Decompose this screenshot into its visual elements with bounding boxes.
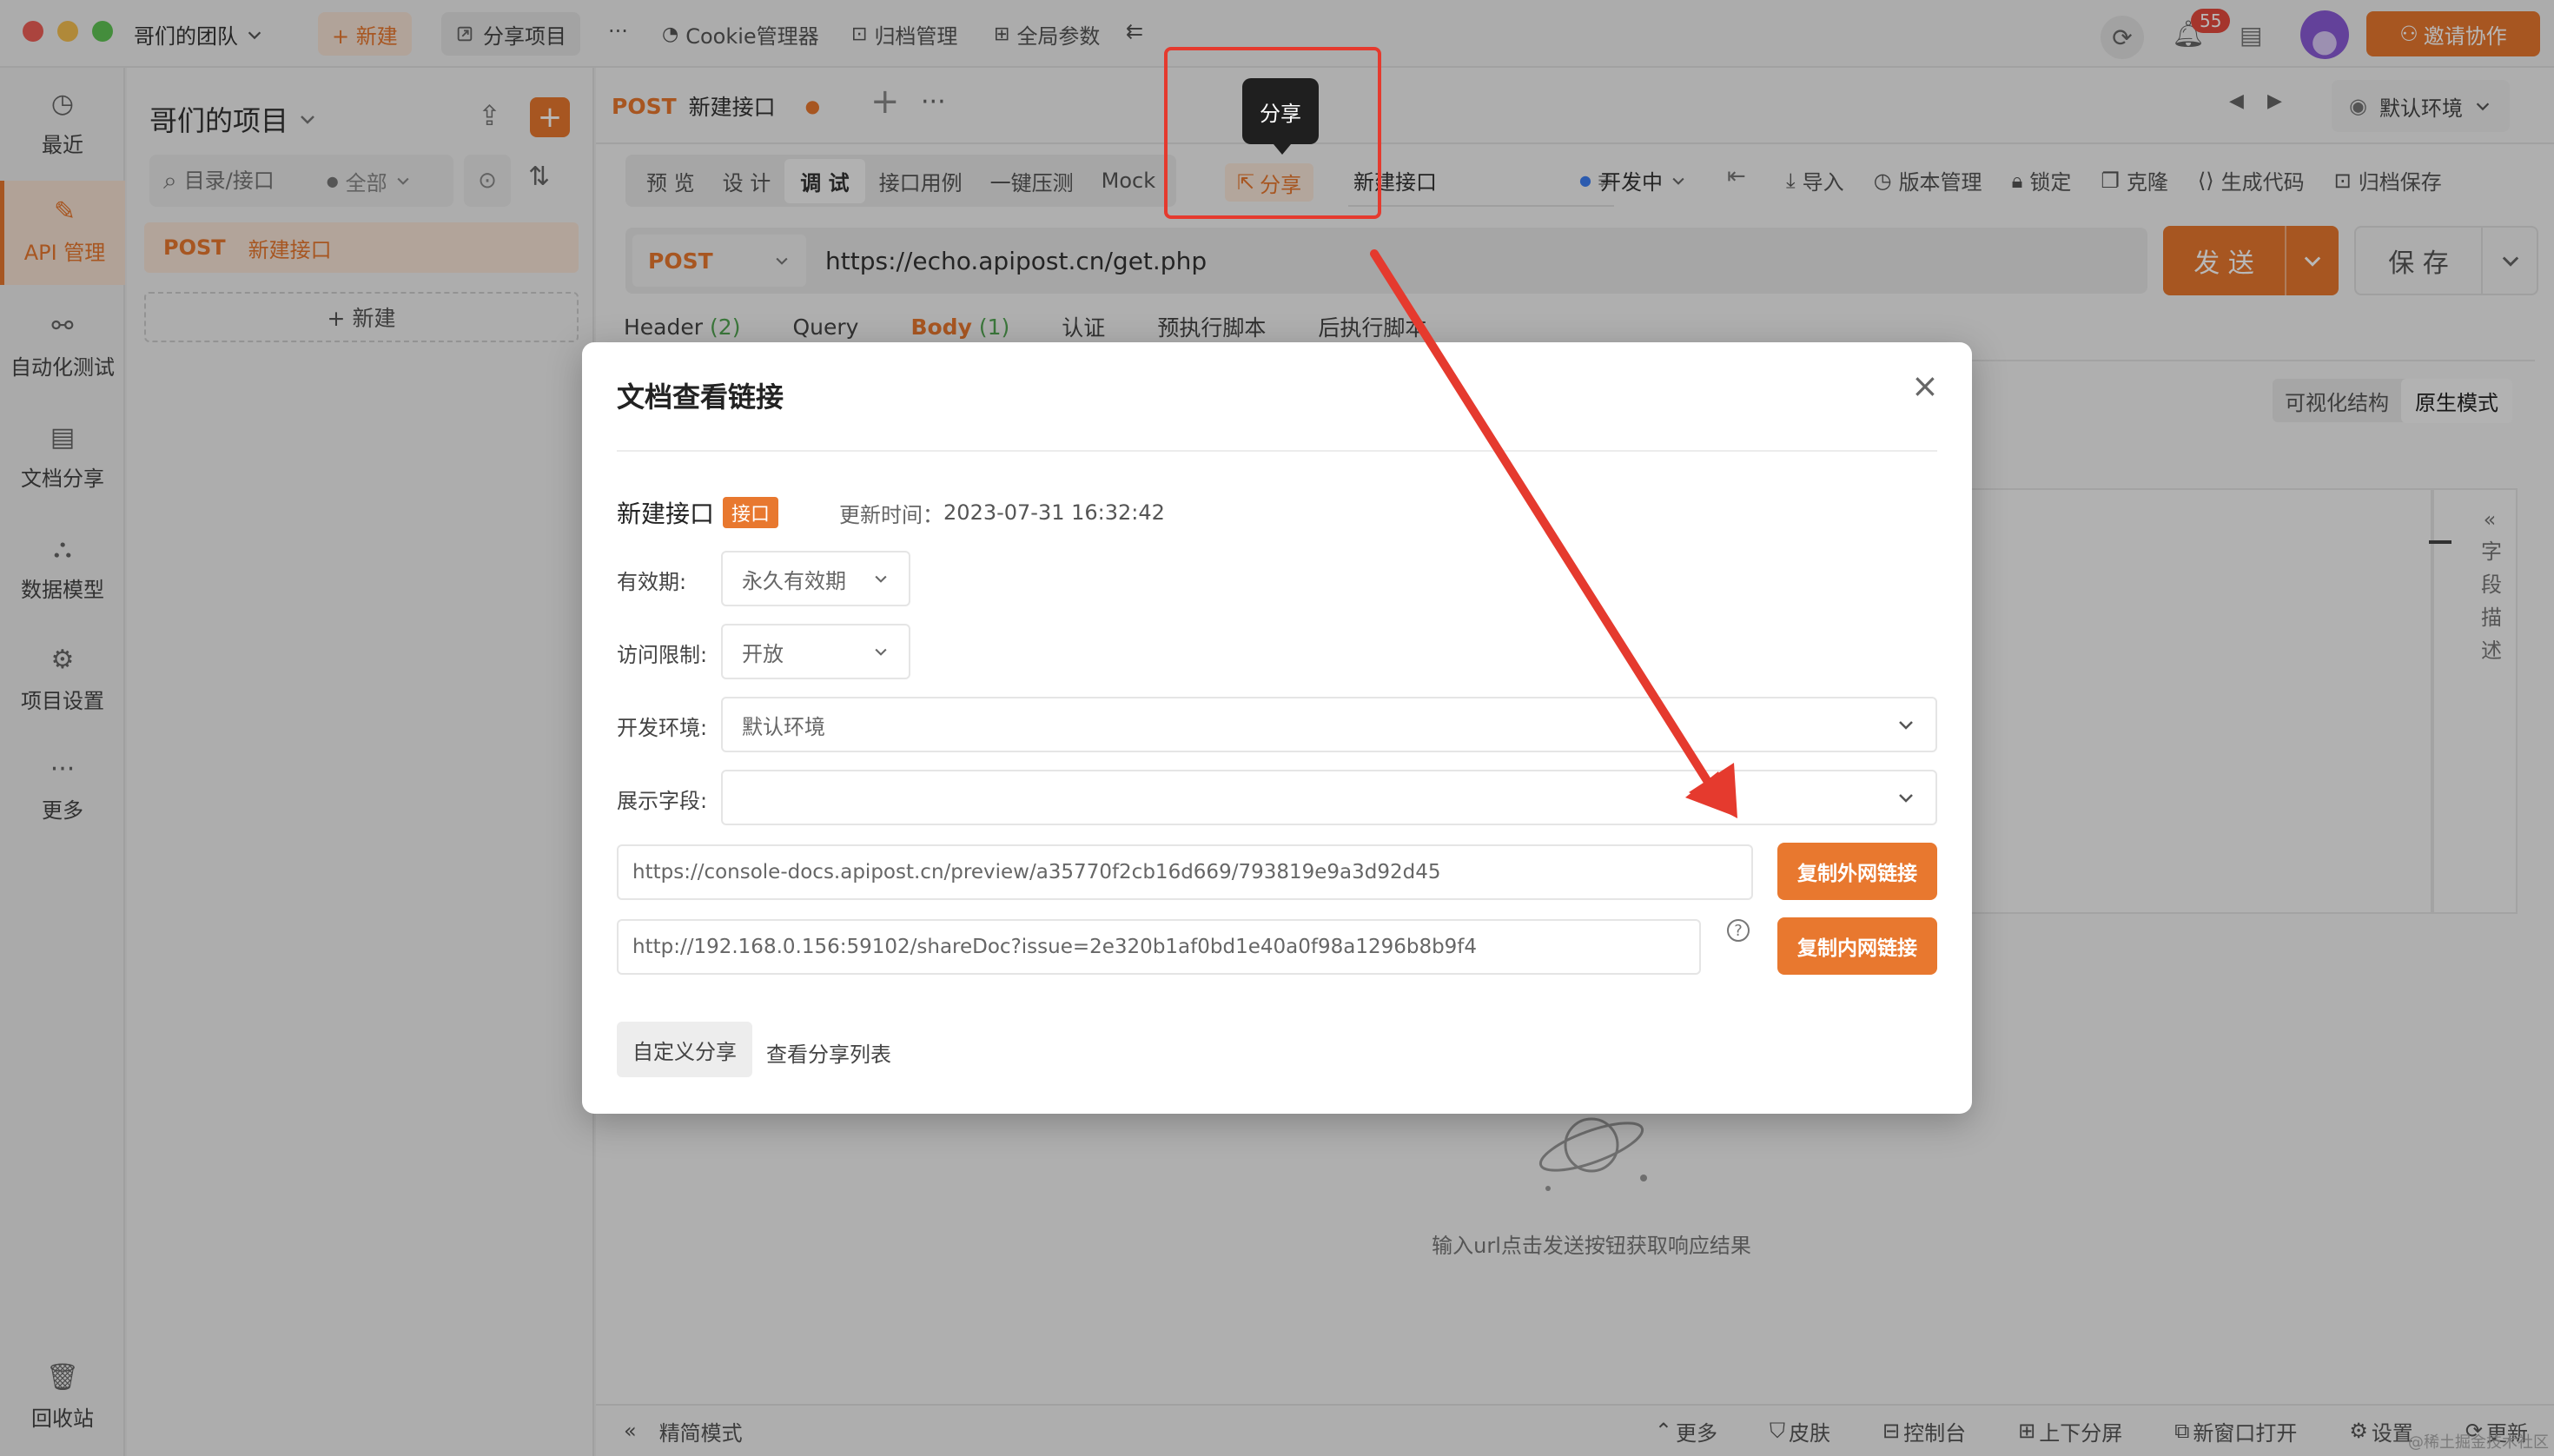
- annotation-arrow: [1370, 249, 1737, 818]
